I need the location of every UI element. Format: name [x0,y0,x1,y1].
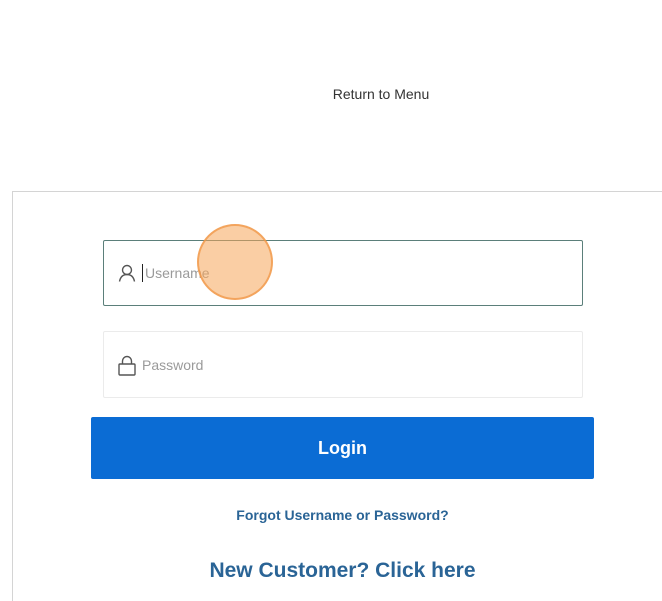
lock-icon [116,354,138,376]
new-customer-link[interactable]: New Customer? Click here [91,559,594,583]
login-page: Return to Menu Login Forgot Username or … [0,0,662,601]
login-button[interactable]: Login [91,417,594,479]
username-field[interactable] [103,240,583,306]
return-to-menu-link[interactable]: Return to Menu [0,86,662,102]
forgot-credentials-link[interactable]: Forgot Username or Password? [91,507,594,523]
password-input[interactable] [142,356,542,373]
text-cursor [142,264,143,282]
username-input[interactable] [145,265,545,281]
password-field[interactable] [103,331,583,398]
user-icon [116,262,138,284]
